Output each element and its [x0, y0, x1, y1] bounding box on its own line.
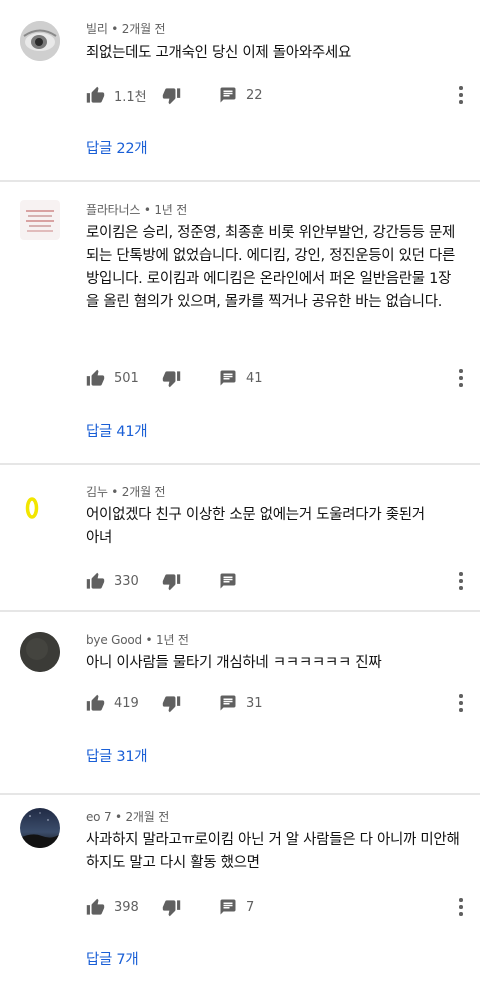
dislike-button[interactable]	[162, 896, 181, 918]
like-count: 330	[114, 573, 139, 589]
comment-actions: 419 31	[86, 692, 476, 714]
comment-icon	[220, 899, 236, 915]
comment-thread: eo 7 • 2개월 전 사과하지 말라고ㅠ로이킴 아닌 거 알 사람들은 다 …	[0, 795, 480, 987]
author-name[interactable]: 김누	[86, 485, 108, 499]
comment-text: 죄없는데도 고개숙인 당신 이제 돌아와주세요	[86, 45, 351, 61]
view-replies-link[interactable]: 답글 31개	[86, 745, 148, 766]
like-count: 501	[114, 370, 139, 386]
more-vertical-icon[interactable]	[458, 369, 464, 387]
more-vertical-icon[interactable]	[458, 86, 464, 104]
like-button[interactable]: 419	[86, 692, 139, 714]
thumbs-down-icon	[162, 573, 181, 590]
like-button[interactable]: 1.1천	[86, 84, 147, 106]
comment-time: 2개월 전	[121, 485, 166, 499]
thumbs-up-icon	[86, 572, 105, 589]
comment-text: 아니 이사람들 물타기 개심하네 ㅋㅋㅋㅋㅋㅋ 진짜	[86, 655, 382, 671]
comment-meta: bye Good • 1년 전	[86, 633, 189, 647]
comment-thread: 김누 • 2개월 전 어이없겠다 친구 이상한 소문 없에는거 도울려다가 좆된…	[0, 465, 480, 610]
reply-count: 31	[246, 695, 263, 711]
reply-button[interactable]: 31	[219, 692, 263, 714]
comment-actions: 398 7	[86, 896, 476, 918]
comment-thread: 빌리 • 2개월 전 죄없는데도 고개숙인 당신 이제 돌아와주세요 1.1천 …	[0, 0, 480, 180]
like-button[interactable]: 330	[86, 570, 139, 592]
dislike-button[interactable]	[162, 570, 181, 592]
thumbs-down-icon	[162, 87, 181, 104]
reply-count: 7	[246, 899, 255, 915]
like-count: 419	[114, 695, 139, 711]
avatar[interactable]	[20, 21, 60, 61]
comment-text: 로이킴은 승리, 정준영, 최종훈 비롯 위안부발언, 강간등등 문제되는 단톡…	[86, 225, 456, 310]
thumbs-up-icon	[86, 369, 105, 386]
comment-actions: 501 41	[86, 367, 476, 389]
comment-icon	[220, 573, 236, 589]
comment-thread: bye Good • 1년 전 아니 이사람들 물타기 개심하네 ㅋㅋㅋㅋㅋㅋ …	[0, 612, 480, 793]
avatar[interactable]	[20, 808, 60, 848]
comment-icon	[220, 695, 236, 711]
comment-meta: eo 7 • 2개월 전	[86, 810, 170, 824]
comment-text: 사과하지 말라고ㅠ로이킴 아닌 거 알 사람들은 다 아니까 미안해 하지도 말…	[86, 832, 460, 871]
comment-time: 1년 전	[154, 203, 188, 217]
more-vertical-icon[interactable]	[458, 694, 464, 712]
thumbs-up-icon	[86, 86, 105, 103]
view-replies-link[interactable]: 답글 41개	[86, 420, 148, 441]
comment-text: 어이없겠다 친구 이상한 소문 없에는거 도울려다가 좆된거아녀	[86, 507, 425, 546]
avatar[interactable]	[20, 632, 60, 672]
comment-time: 2개월 전	[121, 22, 166, 36]
more-vertical-icon[interactable]	[458, 572, 464, 590]
comment-icon	[220, 87, 236, 103]
like-count: 398	[114, 899, 139, 915]
like-count: 1.1천	[114, 89, 147, 105]
author-name[interactable]: 플라타너스	[86, 203, 140, 217]
comment-icon	[220, 370, 236, 386]
author-name[interactable]: 빌리	[86, 22, 108, 36]
thumbs-up-icon	[86, 898, 105, 915]
author-name[interactable]: eo 7	[86, 810, 112, 824]
reply-button[interactable]	[219, 570, 246, 592]
comment-thread: 플라타너스 • 1년 전 로이킴은 승리, 정준영, 최종훈 비롯 위안부발언,…	[0, 182, 480, 463]
comment-meta: 김누 • 2개월 전	[86, 485, 166, 499]
reply-count: 41	[246, 370, 263, 386]
dislike-button[interactable]	[162, 367, 181, 389]
comment-meta: 플라타너스 • 1년 전	[86, 203, 188, 217]
comment-actions: 1.1천 22	[86, 84, 476, 106]
thumbs-down-icon	[162, 370, 181, 387]
reply-button[interactable]: 22	[219, 84, 263, 106]
thumbs-down-icon	[162, 899, 181, 916]
view-replies-link[interactable]: 답글 22개	[86, 137, 148, 158]
thumbs-up-icon	[86, 694, 105, 711]
dislike-button[interactable]	[162, 692, 181, 714]
thumbs-down-icon	[162, 695, 181, 712]
like-button[interactable]: 501	[86, 367, 139, 389]
reply-button[interactable]: 41	[219, 367, 263, 389]
comment-time: 2개월 전	[125, 810, 170, 824]
comment-actions: 330	[86, 570, 476, 592]
comment-time: 1년 전	[156, 633, 189, 647]
avatar[interactable]	[20, 487, 60, 527]
avatar[interactable]	[20, 200, 60, 240]
more-vertical-icon[interactable]	[458, 898, 464, 916]
like-button[interactable]: 398	[86, 896, 139, 918]
reply-count: 22	[246, 87, 263, 103]
comment-meta: 빌리 • 2개월 전	[86, 22, 166, 36]
dislike-button[interactable]	[162, 84, 181, 106]
view-replies-link[interactable]: 답글 7개	[86, 948, 139, 969]
reply-button[interactable]: 7	[219, 896, 254, 918]
author-name[interactable]: bye Good	[86, 633, 142, 647]
